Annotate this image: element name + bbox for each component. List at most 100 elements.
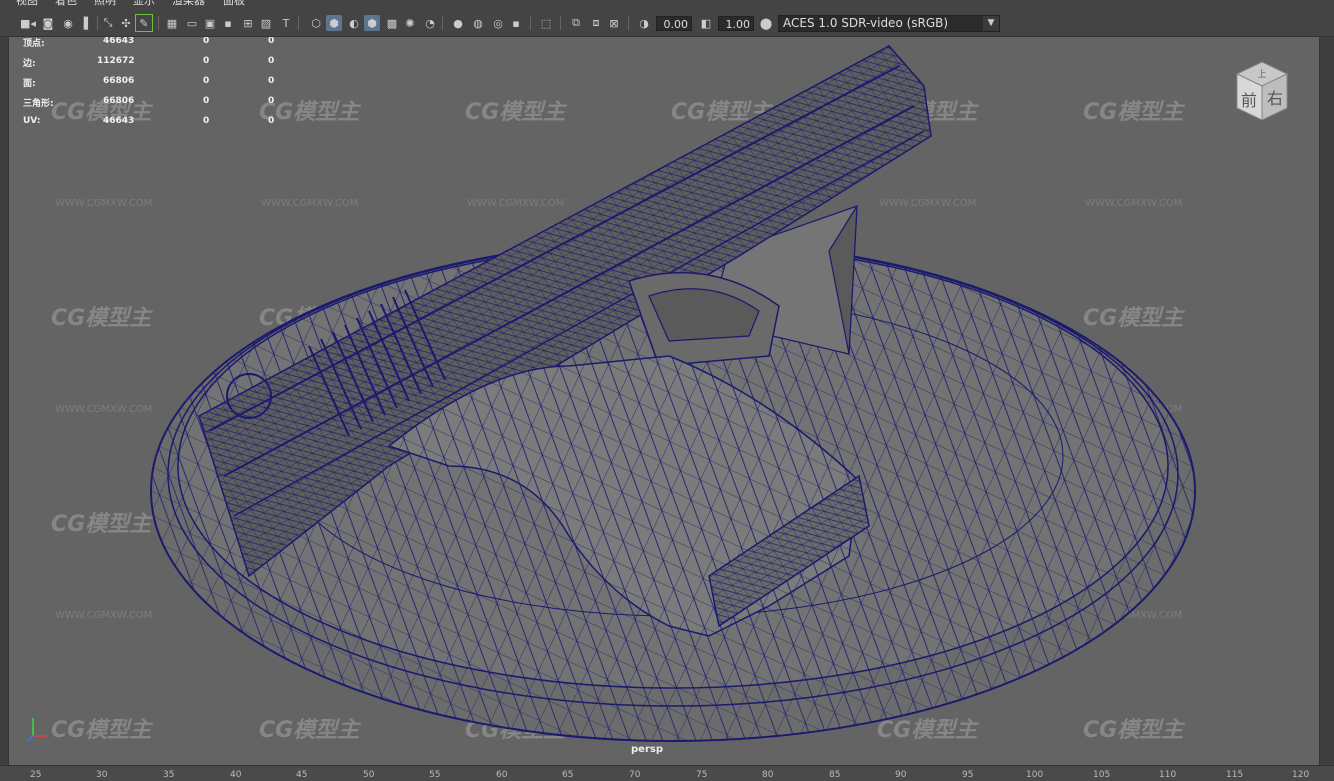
viewcube-top-label[interactable]: 上 (1257, 69, 1266, 80)
camera-attributes-icon[interactable]: ◙ (40, 15, 56, 31)
wireframe-model (150, 45, 1196, 742)
ruler-tick: 95 (962, 770, 974, 780)
hud-icon[interactable]: ⊠ (606, 15, 622, 31)
stat-value: 0 (268, 36, 275, 46)
ruler-tick: 115 (1226, 770, 1244, 780)
menu-panels[interactable]: 面板 (223, 0, 245, 8)
chevron-down-icon: ▼ (983, 16, 999, 31)
film-gate-icon[interactable]: ▭ (184, 15, 200, 31)
time-ruler[interactable]: 25 30 35 40 45 50 55 60 65 70 75 80 85 9… (0, 765, 1334, 781)
axis-gizmo-icon (26, 718, 47, 742)
shade-toggle-icon[interactable]: ◐ (346, 15, 362, 31)
viewcube-front-label[interactable]: 前 (1241, 91, 1257, 110)
ruler-tick: 105 (1093, 770, 1111, 780)
stat-value: 0 (203, 96, 210, 106)
ruler-tick: 40 (230, 770, 242, 780)
grid-icon[interactable]: ▦ (164, 15, 180, 31)
menu-show[interactable]: 显示 (133, 0, 155, 8)
stat-value: 46643 (103, 36, 135, 46)
stat-label: 边: (23, 59, 36, 69)
ruler-tick: 65 (562, 770, 574, 780)
menu-renderer[interactable]: 渲染器 (172, 0, 205, 8)
stat-value: 46643 (103, 116, 135, 126)
ruler-tick: 120 (1292, 770, 1310, 780)
maya-app: 视图 着色 照明 显示 渲染器 面板 ■◂ ◙ ◉ ▌ ⤡ ✣ ✎ ▦ ▭ ▣ … (0, 0, 1334, 781)
ruler-tick: 50 (363, 770, 375, 780)
wireframe-on-shaded-icon[interactable]: ⬢ (364, 15, 380, 31)
menu-lighting[interactable]: 照明 (94, 0, 116, 8)
camera-bookmark-icon[interactable]: ✣ (118, 15, 134, 31)
stat-value: 112672 (97, 56, 135, 66)
ruler-tick: 60 (496, 770, 508, 780)
stat-label: 面: (23, 79, 36, 89)
ruler-tick: 90 (895, 770, 907, 780)
stat-value: 0 (268, 96, 275, 106)
stat-row-edges: 边: 112672 0 0 (23, 56, 283, 70)
ruler-tick: 80 (762, 770, 774, 780)
exposure-icon[interactable]: ◑ (636, 15, 652, 31)
wireframe-icon[interactable]: ⬡ (308, 15, 324, 31)
stat-label: 顶点: (23, 39, 45, 49)
color-management-icon[interactable]: ⬤ (758, 15, 774, 31)
ruler-tick: 45 (296, 770, 308, 780)
gamma-icon[interactable]: ◧ (698, 15, 714, 31)
bookmark-icon[interactable]: ◉ (60, 15, 76, 31)
grease-pencil-icon[interactable]: ✎ (135, 14, 153, 32)
menu-view[interactable]: 视图 (16, 0, 38, 8)
ruler-tick: 75 (696, 770, 708, 780)
camera-name-label: persp (631, 744, 663, 755)
image-plane-icon[interactable]: ▌ (80, 15, 96, 31)
color-space-dropdown[interactable]: ACES 1.0 SDR-video (sRGB) ▼ (778, 15, 1000, 32)
ruler-tick: 100 (1026, 770, 1044, 780)
stat-value: 0 (203, 116, 210, 126)
panel-menu-bar: 视图 着色 照明 显示 渲染器 面板 (0, 0, 1334, 8)
field-chart-icon[interactable]: ⊞ (240, 15, 256, 31)
stat-value: 0 (268, 116, 275, 126)
select-camera-icon[interactable]: ■◂ (20, 15, 36, 31)
isolate-select-icon[interactable]: ⬚ (538, 15, 554, 31)
ruler-tick: 30 (96, 770, 108, 780)
ambient-occlusion-icon[interactable]: ● (450, 15, 466, 31)
default-lighting-icon[interactable]: ✺ (402, 15, 418, 31)
ruler-tick: 35 (163, 770, 175, 780)
ruler-tick: 55 (429, 770, 441, 780)
motion-blur-icon[interactable]: ◍ (470, 15, 486, 31)
stat-row-vertices: 顶点: 46643 0 0 (23, 36, 283, 50)
stat-value: 66806 (103, 76, 135, 86)
stat-row-faces: 面: 66806 0 0 (23, 76, 283, 90)
menu-shading[interactable]: 着色 (55, 0, 77, 8)
xray-icon[interactable]: ▩ (384, 15, 400, 31)
safe-title-icon[interactable]: T (278, 15, 294, 31)
exposure-field[interactable]: 0.00 (656, 16, 692, 31)
color-space-value: ACES 1.0 SDR-video (sRGB) (783, 16, 949, 30)
anti-alias-icon[interactable]: ◎ (490, 15, 506, 31)
xray-joints-icon[interactable]: ⧉ (568, 15, 584, 31)
viewcube-right-label[interactable]: 右 (1267, 89, 1283, 108)
viewport-right-border (1318, 36, 1334, 765)
shadows-icon[interactable]: ◔ (422, 15, 438, 31)
ruler-tick: 110 (1159, 770, 1177, 780)
stat-row-uvs: UV: 46643 0 0 (23, 116, 283, 130)
stat-value: 0 (268, 76, 275, 86)
resolution-gate-icon[interactable]: ▣ (202, 15, 218, 31)
ruler-tick: 25 (30, 770, 42, 780)
gamma-field[interactable]: 1.00 (718, 16, 754, 31)
stat-value: 66806 (103, 96, 135, 106)
stat-label: UV: (23, 116, 41, 126)
ruler-tick: 70 (629, 770, 641, 780)
stat-value: 0 (203, 36, 210, 46)
stat-value: 0 (203, 56, 210, 66)
safe-action-icon[interactable]: ▨ (258, 15, 274, 31)
viewport-left-border (0, 36, 8, 765)
stat-label: 三角形: (23, 99, 54, 109)
ruler-tick: 85 (829, 770, 841, 780)
xray-active-icon[interactable]: ⧈ (588, 15, 604, 31)
2d-pan-zoom-icon[interactable]: ⤡ (100, 15, 116, 31)
stat-value: 0 (268, 56, 275, 66)
depth-of-field-icon[interactable]: ▪ (508, 15, 524, 31)
stat-value: 0 (203, 76, 210, 86)
3d-viewport[interactable]: CG模型主 CG模型主 CG模型主 CG模型主 CG模型主 CG模型主 WWW.… (8, 36, 1320, 765)
view-cube[interactable]: 上 前 右 (1227, 56, 1297, 126)
gate-mask-icon[interactable]: ▪ (220, 15, 236, 31)
smooth-shade-icon[interactable]: ⬢ (326, 15, 342, 31)
